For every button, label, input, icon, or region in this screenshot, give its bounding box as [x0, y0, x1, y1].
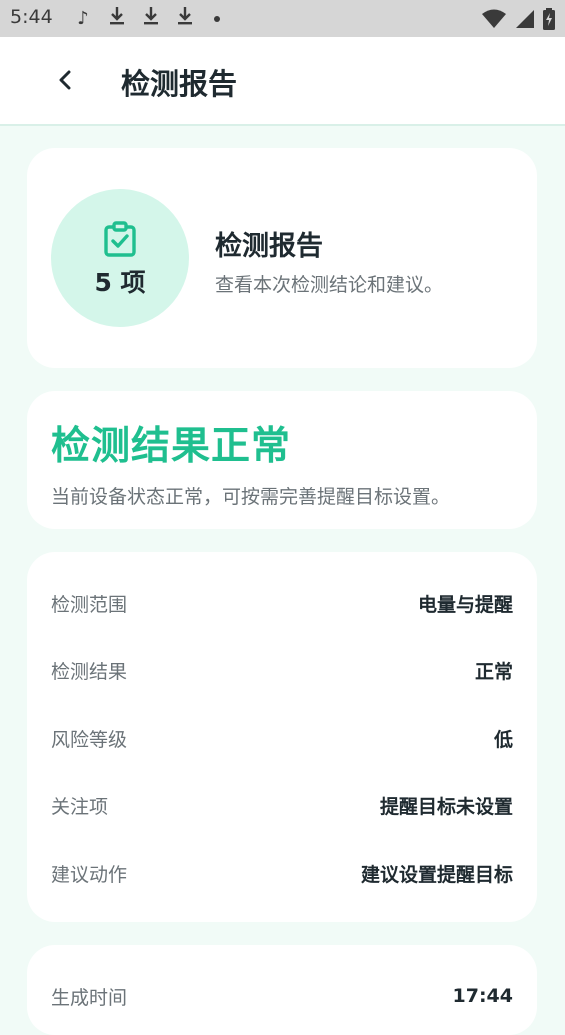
download-icon — [140, 6, 162, 31]
meta-card: 生成时间 17:44 — [27, 945, 537, 1035]
detail-label: 风险等级 — [51, 728, 128, 751]
detail-value: 正常 — [474, 660, 513, 683]
download-icon — [106, 6, 128, 31]
detail-value: 低 — [493, 728, 513, 751]
summary-title: 检测报告 — [215, 231, 323, 262]
clipboard-check-icon — [104, 221, 136, 257]
back-button[interactable] — [50, 63, 80, 97]
detail-label: 关注项 — [51, 795, 109, 818]
page-title: 检测报告 — [121, 67, 238, 101]
battery-icon — [543, 8, 555, 34]
details-card: 检测范围 电量与提醒 检测结果 正常 风险等级 低 关注项 提醒目标未设置 建议… — [27, 552, 537, 922]
result-card: 检测结果正常 当前设备状态正常，可按需完善提醒目标设置。 — [27, 391, 537, 529]
summary-subtitle: 查看本次检测结论和建议。 — [215, 274, 444, 296]
status-left-icons: ♪ — [72, 6, 220, 31]
detail-row: 检测结果 正常 — [51, 655, 513, 685]
status-bar: 5:44 ♪ — [0, 0, 565, 37]
chevron-left-icon — [59, 70, 71, 90]
detail-row: 关注项 提醒目标未设置 — [51, 790, 513, 820]
detail-label: 检测范围 — [51, 593, 128, 616]
detail-label: 建议动作 — [51, 863, 128, 886]
app-bar: 检测报告 — [0, 37, 565, 126]
result-title: 检测结果正常 — [51, 424, 292, 469]
item-count: 5 项 — [94, 268, 146, 297]
detail-row: 生成时间 17:44 — [51, 981, 513, 1011]
detail-value: 建议设置提醒目标 — [360, 863, 513, 886]
dot-icon — [214, 15, 220, 22]
detail-row: 检测范围 电量与提醒 — [51, 588, 513, 618]
detail-value: 提醒目标未设置 — [379, 795, 513, 818]
status-time: 5:44 — [10, 6, 53, 28]
detail-row: 风险等级 低 — [51, 723, 513, 753]
detail-row: 建议动作 建议设置提醒目标 — [51, 858, 513, 888]
signal-icon — [515, 9, 535, 33]
detail-label: 检测结果 — [51, 660, 128, 683]
result-description: 当前设备状态正常，可按需完善提醒目标设置。 — [51, 486, 451, 508]
generated-time-label: 生成时间 — [51, 986, 128, 1009]
wifi-icon — [481, 9, 507, 33]
detail-value: 电量与提醒 — [417, 593, 513, 616]
status-right-icons — [481, 8, 555, 34]
download-icon — [174, 6, 196, 31]
count-badge: 5 项 — [51, 189, 189, 327]
tiktok-icon: ♪ — [77, 8, 89, 29]
summary-card: 5 项 检测报告 查看本次检测结论和建议。 — [27, 148, 537, 368]
